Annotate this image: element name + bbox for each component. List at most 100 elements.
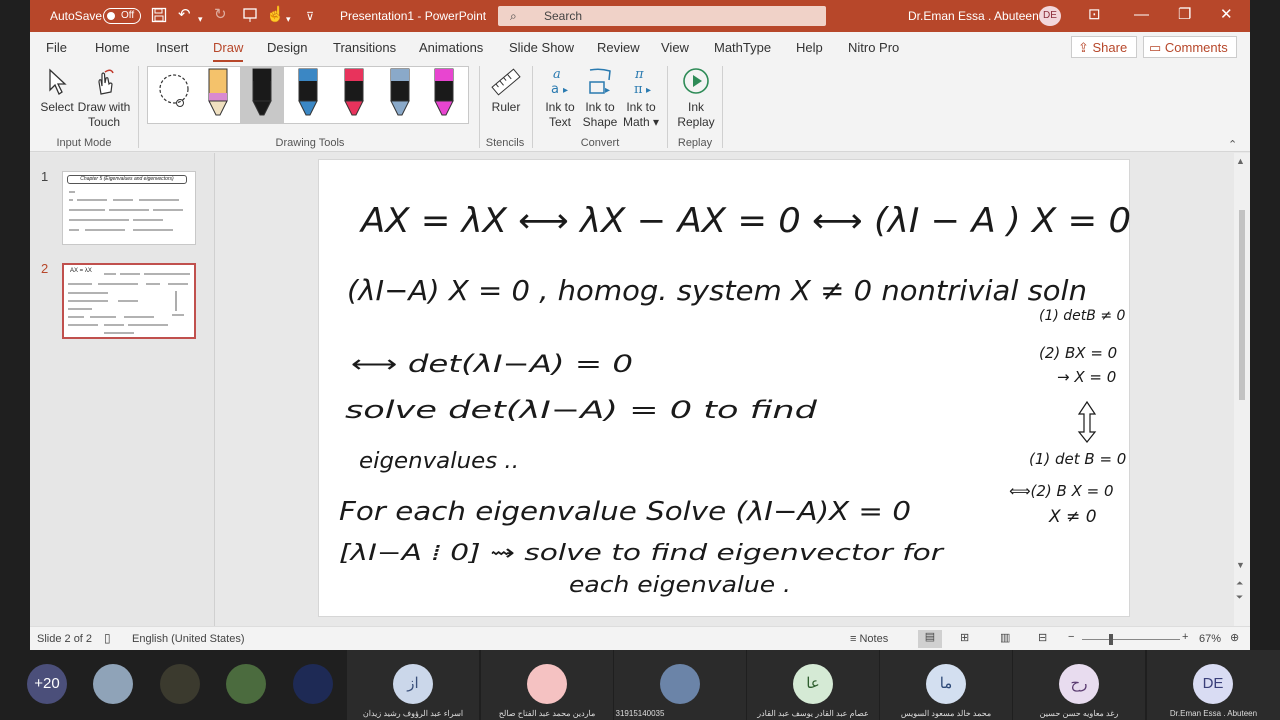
ink-to-shape-button[interactable]: ▸ Ink to Shape [580,66,620,130]
tab-view[interactable]: View [661,40,689,55]
slide-ink-layer: AX = λX ⟷ λX − AX = 0 ⟷ (λI − A ) X = 0 … [339,201,1131,598]
ink-to-shape-icon: ▸ [589,68,611,96]
from-beginning-icon[interactable] [242,7,258,27]
restore-icon[interactable]: ❐ [1178,7,1191,23]
spelling-icon[interactable]: ▯ [104,631,111,645]
tab-review[interactable]: Review [597,40,640,55]
participant-photo-3[interactable] [226,664,266,704]
touch-mode-icon[interactable]: ☝ [266,7,285,23]
comments-button[interactable]: ▭ Comments [1143,36,1237,58]
participant-tile-2[interactable]: ماردين محمد عبد الفتاح صالح [481,650,613,720]
slide-show-icon[interactable]: ⊟ [1038,631,1047,644]
more-participants-button[interactable]: +20 [27,664,67,704]
close-icon[interactable]: ✕ [1220,7,1233,23]
draw-with-touch-button[interactable]: Draw with Touch [76,68,132,130]
user-avatar[interactable]: DE [1039,6,1061,26]
tab-file[interactable]: File [46,40,67,55]
fit-to-window-icon[interactable]: ⊕ [1230,631,1239,644]
scroll-up-icon[interactable]: ▲ [1236,156,1245,166]
zoom-slider-handle[interactable] [1109,634,1113,645]
share-button[interactable]: ⇪ Share [1071,36,1137,58]
participant-tile-4[interactable]: عا عصام عبد القادر يوسف عبد القادر [747,650,879,720]
ink-to-math-button[interactable]: π π ▸ Ink to Math ▾ [620,66,662,130]
participant-photo-2[interactable] [160,664,200,704]
participant-tile-7[interactable]: DE Dr.Eman Essa . Abuteen [1147,650,1280,720]
customize-toolbar-icon[interactable]: ⊽ [306,9,314,25]
ink-side-6: X ≠ 0 [1048,507,1097,527]
scroll-down-icon[interactable]: ▼ [1236,560,1245,570]
participant-photo-4[interactable] [293,664,333,704]
notes-button[interactable]: ≡ Notes [850,633,888,645]
slide-canvas[interactable]: AX = λX ⟷ λX − AX = 0 ⟷ (λI − A ) X = 0 … [318,159,1131,617]
participant-tile-3[interactable]: 31915140035 [614,650,746,720]
previous-slide-icon[interactable]: ⏶ [1236,578,1243,589]
lasso-select-tool[interactable] [154,67,194,123]
search-icon: ⌕ [510,9,517,23]
tab-help[interactable]: Help [796,40,823,55]
document-title: Presentation1 - PowerPoint [340,9,487,23]
pencil-tool[interactable] [204,67,232,123]
slide-thumbnail-1[interactable]: Chapter 5 (Eigenvalues and eigenvectors) [62,171,196,245]
stencils-group-label: Stencils [485,137,525,149]
zoom-out-icon[interactable]: − [1068,631,1074,643]
pen-tool-selected[interactable] [240,67,284,123]
tab-design[interactable]: Design [267,40,307,55]
language-label[interactable]: English (United States) [132,633,245,645]
ruler-button[interactable]: Ruler [486,68,526,115]
tab-home[interactable]: Home [95,40,130,55]
ink-to-text-button[interactable]: a a ▸ Ink to Text [540,66,580,130]
pen-red-tool[interactable] [340,67,368,123]
select-button[interactable]: Select [38,68,76,115]
scrollbar-thumb[interactable] [1239,210,1245,400]
autosave-toggle[interactable]: Off [103,8,141,24]
undo-dropdown-icon[interactable]: ▾ [198,11,203,27]
ink-to-text-icon: aa ▸ [551,67,568,96]
participant-tile-1[interactable]: از اسراء عبد الرؤوف رشيد زيدان [347,650,479,720]
ink-replay-label-1: Ink [687,100,704,114]
user-name[interactable]: Dr.Eman Essa . Abuteen [908,9,1039,23]
save-icon[interactable] [151,7,167,27]
participant-tile-5[interactable]: ما محمد خالد مسعود السويس [880,650,1012,720]
tab-mathtype[interactable]: MathType [714,40,771,55]
search-box[interactable]: ⌕ Search [498,6,826,26]
tab-animations[interactable]: Animations [419,40,483,55]
group-separator [479,66,480,148]
touch-dropdown-icon[interactable]: ▾ [286,11,291,27]
participant-photo-1[interactable] [93,664,133,704]
slide-sorter-icon[interactable]: ⊞ [960,631,969,644]
group-separator [532,66,533,148]
normal-view-icon[interactable]: ▤ [918,630,942,648]
participant-name: عصام عبد القادر يوسف عبد القادر [757,709,869,718]
zoom-level[interactable]: 67% [1199,633,1221,645]
ink-replay-icon [683,68,709,94]
redo-icon[interactable]: ↻ [214,7,227,23]
tab-transitions[interactable]: Transitions [333,40,396,55]
ink-replay-button[interactable]: Ink Replay [674,66,718,130]
tab-insert[interactable]: Insert [156,40,189,55]
reading-view-icon[interactable]: ▥ [1000,631,1010,644]
minimize-icon[interactable]: — [1134,7,1149,23]
highlighter-tool[interactable] [430,67,458,123]
tab-slide-show[interactable]: Slide Show [509,40,574,55]
undo-icon[interactable]: ↶ [178,7,191,23]
pen-silver-tool[interactable] [386,67,414,123]
slide-count: Slide 2 of 2 [37,633,93,645]
svg-text:π: π [634,67,644,82]
ribbon-tabs: File Home Insert Draw Design Transitions… [30,32,1250,62]
next-slide-icon[interactable]: ⏷ [1236,592,1243,603]
participant-tile-6[interactable]: رح رغد معاويه حسن حسين [1013,650,1145,720]
ink-side-5: ⟺(2) B X = 0 [1009,482,1114,500]
highlighter-icon [434,68,454,116]
slide-thumbnail-2[interactable]: AX = λX [62,263,196,339]
collapse-ribbon-icon[interactable]: ⌃ [1228,138,1237,151]
pen-gallery [147,66,469,124]
zoom-slider[interactable] [1082,639,1180,640]
thumb-1-ink [69,191,183,231]
zoom-in-icon[interactable]: + [1182,631,1188,643]
participant-name: 31915140035 [615,709,665,718]
ribbon-display-icon[interactable]: ⊡ [1088,7,1101,23]
tab-draw[interactable]: Draw [213,40,244,62]
tab-nitro-pro[interactable]: Nitro Pro [848,40,899,55]
pen-galaxy-tool[interactable] [294,67,322,123]
meeting-participants-bar: +20 از اسراء عبد الرؤوف رشيد زيدان ماردي… [0,650,1280,720]
